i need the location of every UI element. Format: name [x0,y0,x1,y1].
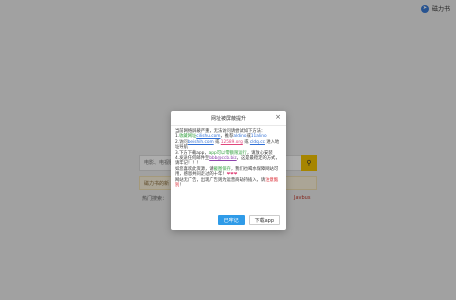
download-app-button[interactable]: 下载app [248,215,280,225]
remembered-button[interactable]: 已牢记 [217,215,245,225]
close-icon[interactable]: × [275,114,281,121]
email-link[interactable]: bbb@ccb.biz [209,156,236,161]
heart-icon: ❤❤❤ [226,172,238,178]
dialog-body: 当前网络屏蔽严重，无法访问请尝试如下方法： 1.收藏网址cilishu.com，… [171,126,286,188]
dialog-footer: 已牢记 下载app [217,215,280,225]
dialog-line-5: 如您喜欢此资源，请截图保存，我们也喝水保障网站可用，感恩共同走过的十年！❤❤❤ [175,166,279,178]
domain-link-main[interactable]: cilishu.com [196,134,220,139]
dialog-line-2: 2.访问beishih.com 或 12589.org 或 cldq.cc 进入… [175,139,280,151]
dialog-line-4: 4.发送任何邮件至bbb@ccb.biz，这是最稳定的方式，请牢记！！！ [175,156,280,167]
nav-link-3[interactable]: cldq.cc [250,140,265,145]
nav-link-2[interactable]: 12589.org [221,140,243,145]
dialog-line-6: 网站无广告，出现广告则为运营商劫持插入，请注意甄别！ [175,177,279,189]
blocked-notice-dialog: 网址被屏蔽提升 × 当前网络屏蔽严重，无法访问请尝试如下方法： 1.收藏网址ci… [171,111,286,230]
dialog-title: 网址被屏蔽提升 [210,115,246,122]
nav-link-1[interactable]: beishih.com [188,140,214,145]
dialog-header: 网址被屏蔽提升 × [171,111,286,126]
